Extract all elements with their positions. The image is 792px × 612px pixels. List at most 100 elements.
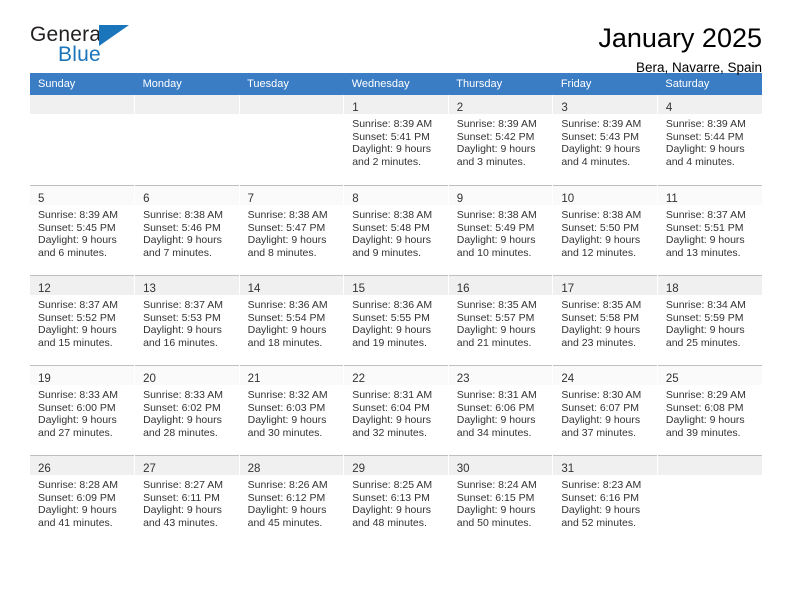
day-number-band [135,95,239,114]
day-number-band [657,456,762,475]
calendar-day-cell[interactable]: 6 Sunrise: 8:38 AM Sunset: 5:46 PM Daylight… [134,185,240,275]
sunset-text: Sunset: 6:15 PM [456,491,535,504]
weekday-header-sunday: Sunday [30,73,135,95]
calendar-day-cell[interactable]: 13 Sunrise: 8:37 AM Sunset: 5:53 PM Dayligh… [134,275,240,365]
day-number-band: 21 [239,366,344,385]
calendar-day-cell[interactable]: 22 Sunrise: 8:31 AM Sunset: 6:04 PM Dayligh… [343,365,449,455]
sunrise-text: Sunrise: 8:28 AM [38,479,118,491]
calendar-week-row: 26 Sunrise: 8:28 AM Sunset: 6:09 PM Dayligh… [30,455,762,545]
day-number-band: 10 [553,186,657,205]
daylight-text-line2: and 12 minutes. [561,246,637,259]
calendar-day-cell[interactable]: 25 Sunrise: 8:29 AM Sunset: 6:08 PM Dayligh… [657,365,762,455]
daylight-text-line1: Daylight: 9 hours [38,504,117,517]
daylight-text-line2: and 48 minutes. [352,516,427,529]
sunset-text: Sunset: 5:44 PM [665,130,744,143]
day-number: 10 [561,193,575,205]
calendar-day-cell[interactable]: 31 Sunrise: 8:23 AM Sunset: 6:16 PM Dayligh… [552,455,658,545]
day-number-band: 26 [30,456,135,475]
sunset-text: Sunset: 6:16 PM [561,491,639,504]
calendar-day-cell[interactable]: 29 Sunrise: 8:25 AM Sunset: 6:13 PM Dayligh… [343,455,449,545]
calendar-day-cell[interactable]: 24 Sunrise: 8:30 AM Sunset: 6:07 PM Dayligh… [552,365,658,455]
calendar-day-cell[interactable]: 18 Sunrise: 8:34 AM Sunset: 5:59 PM Dayligh… [657,275,762,365]
day-cell-details: Sunrise: 8:37 AM Sunset: 5:53 PM Daylight:… [135,295,239,349]
calendar-day-cell[interactable]: 10 Sunrise: 8:38 AM Sunset: 5:50 PM Dayligh… [552,185,658,275]
calendar-day-cell[interactable]: 5 Sunrise: 8:39 AM Sunset: 5:45 PM Daylight… [30,185,136,275]
day-number-band: 3 [553,95,657,114]
sunset-text: Sunset: 6:13 PM [352,491,430,504]
daylight-text-line2: and 10 minutes. [456,246,532,259]
calendar-day-cell[interactable]: 17 Sunrise: 8:35 AM Sunset: 5:58 PM Dayligh… [552,275,658,365]
calendar-day-cell[interactable]: 14 Sunrise: 8:36 AM Sunset: 5:54 PM Dayligh… [239,275,345,365]
brand-name-general: General [30,23,107,46]
day-number: 2 [456,102,464,114]
calendar-day-cell[interactable]: 11 Sunrise: 8:37 AM Sunset: 5:51 PM Dayligh… [657,185,762,275]
sunrise-text: Sunrise: 8:38 AM [352,209,433,221]
calendar-week-row: 5 Sunrise: 8:39 AM Sunset: 5:45 PM Daylight… [30,185,762,275]
calendar-day-cell[interactable]: 7 Sunrise: 8:38 AM Sunset: 5:47 PM Daylight… [239,185,345,275]
day-number: 27 [143,463,156,475]
calendar-day-cell[interactable]: 4 Sunrise: 8:39 AM Sunset: 5:44 PM Daylight… [657,95,762,185]
day-cell-inner: 29 Sunrise: 8:25 AM Sunset: 6:13 PM Dayligh… [344,455,448,545]
calendar-day-cell[interactable]: 1 Sunrise: 8:39 AM Sunset: 5:41 PM Daylight… [343,95,449,185]
sunrise-text: Sunrise: 8:36 AM [352,299,433,311]
calendar-day-cell[interactable]: 26 Sunrise: 8:28 AM Sunset: 6:09 PM Dayligh… [30,455,136,545]
sunset-text: Sunset: 6:06 PM [456,401,535,414]
calendar-day-cell[interactable]: 8 Sunrise: 8:38 AM Sunset: 5:48 PM Daylight… [343,185,449,275]
calendar-day-cell[interactable]: 9 Sunrise: 8:38 AM Sunset: 5:49 PM Daylight… [448,185,554,275]
day-number-band: 9 [448,186,553,205]
calendar-day-cell[interactable]: 3 Sunrise: 8:39 AM Sunset: 5:43 PM Daylight… [552,95,658,185]
sunset-text: Sunset: 5:55 PM [352,311,430,324]
day-cell-inner: 6 Sunrise: 8:38 AM Sunset: 5:46 PM Daylight… [135,185,239,275]
day-cell-details: Sunrise: 8:33 AM Sunset: 6:00 PM Daylight:… [30,385,134,439]
daylight-text-line1: Daylight: 9 hours [247,234,327,247]
sunrise-text: Sunrise: 8:31 AM [352,389,433,401]
calendar-body: 1 Sunrise: 8:39 AM Sunset: 5:41 PM Daylight… [30,95,762,545]
day-cell-inner: 27 Sunrise: 8:27 AM Sunset: 6:11 PM Dayligh… [135,455,239,545]
daylight-text-line2: and 15 minutes. [38,336,113,349]
calendar-page: General Blue January 2025 Bera, Navarre,… [0,0,792,612]
daylight-text-line2: and 18 minutes. [247,336,323,349]
sunset-text: Sunset: 6:08 PM [665,401,744,414]
weekday-header-tuesday: Tuesday [239,73,344,95]
calendar-day-cell[interactable]: 16 Sunrise: 8:35 AM Sunset: 5:57 PM Dayligh… [448,275,554,365]
brand-logo[interactable]: General Blue [30,24,150,70]
daylight-text-line1: Daylight: 9 hours [561,324,641,337]
calendar-day-cell[interactable]: 19 Sunrise: 8:33 AM Sunset: 6:00 PM Dayligh… [30,365,136,455]
day-number-band: 14 [239,276,344,295]
day-number: 26 [38,463,51,475]
day-cell-inner: 7 Sunrise: 8:38 AM Sunset: 5:47 PM Daylight… [239,185,344,275]
day-number: 7 [247,193,255,205]
day-cell-inner: 11 Sunrise: 8:37 AM Sunset: 5:51 PM Dayligh… [657,185,762,275]
calendar-day-cell[interactable]: 27 Sunrise: 8:27 AM Sunset: 6:11 PM Dayligh… [134,455,240,545]
day-number: 28 [247,463,261,475]
weekday-header-wednesday: Wednesday [343,73,449,95]
daylight-text-line2: and 41 minutes. [38,516,113,529]
calendar-day-cell[interactable]: 15 Sunrise: 8:36 AM Sunset: 5:55 PM Dayligh… [343,275,449,365]
calendar-day-cell[interactable]: 2 Sunrise: 8:39 AM Sunset: 5:42 PM Daylight… [448,95,554,185]
calendar-day-cell[interactable]: 28 Sunrise: 8:26 AM Sunset: 6:12 PM Dayligh… [239,455,345,545]
calendar-day-cell[interactable]: 23 Sunrise: 8:31 AM Sunset: 6:06 PM Dayligh… [448,365,554,455]
sunset-text: Sunset: 5:54 PM [247,311,326,324]
day-cell-details: Sunrise: 8:32 AM Sunset: 6:03 PM Daylight:… [240,385,344,439]
daylight-text-line1: Daylight: 9 hours [143,414,222,427]
day-cell-details: Sunrise: 8:37 AM Sunset: 5:52 PM Daylight:… [30,295,134,349]
calendar-day-cell[interactable]: 30 Sunrise: 8:24 AM Sunset: 6:15 PM Dayligh… [448,455,554,545]
day-cell-inner: 4 Sunrise: 8:39 AM Sunset: 5:44 PM Daylight… [657,95,762,185]
daylight-text-line1: Daylight: 9 hours [456,414,536,427]
calendar-day-cell[interactable]: 20 Sunrise: 8:33 AM Sunset: 6:02 PM Dayligh… [134,365,240,455]
calendar-day-cell-empty [30,95,136,185]
calendar-table: Sunday Monday Tuesday Wednesday Thursday… [30,73,762,545]
sunset-text: Sunset: 5:49 PM [456,221,535,234]
sunset-text: Sunset: 6:09 PM [38,491,116,504]
day-cell-details: Sunrise: 8:23 AM Sunset: 6:16 PM Daylight:… [553,475,657,529]
sunrise-text: Sunrise: 8:35 AM [561,299,642,311]
day-cell-inner [135,95,239,185]
calendar-day-cell[interactable]: 21 Sunrise: 8:32 AM Sunset: 6:03 PM Dayligh… [239,365,345,455]
daylight-text-line1: Daylight: 9 hours [561,234,641,247]
day-cell-details: Sunrise: 8:30 AM Sunset: 6:07 PM Daylight:… [553,385,657,439]
day-cell-inner: 18 Sunrise: 8:34 AM Sunset: 5:59 PM Dayligh… [657,275,762,365]
day-number: 18 [665,283,679,295]
calendar-day-cell[interactable]: 12 Sunrise: 8:37 AM Sunset: 5:52 PM Dayligh… [30,275,136,365]
day-number: 3 [561,102,568,114]
day-number: 1 [352,102,359,114]
